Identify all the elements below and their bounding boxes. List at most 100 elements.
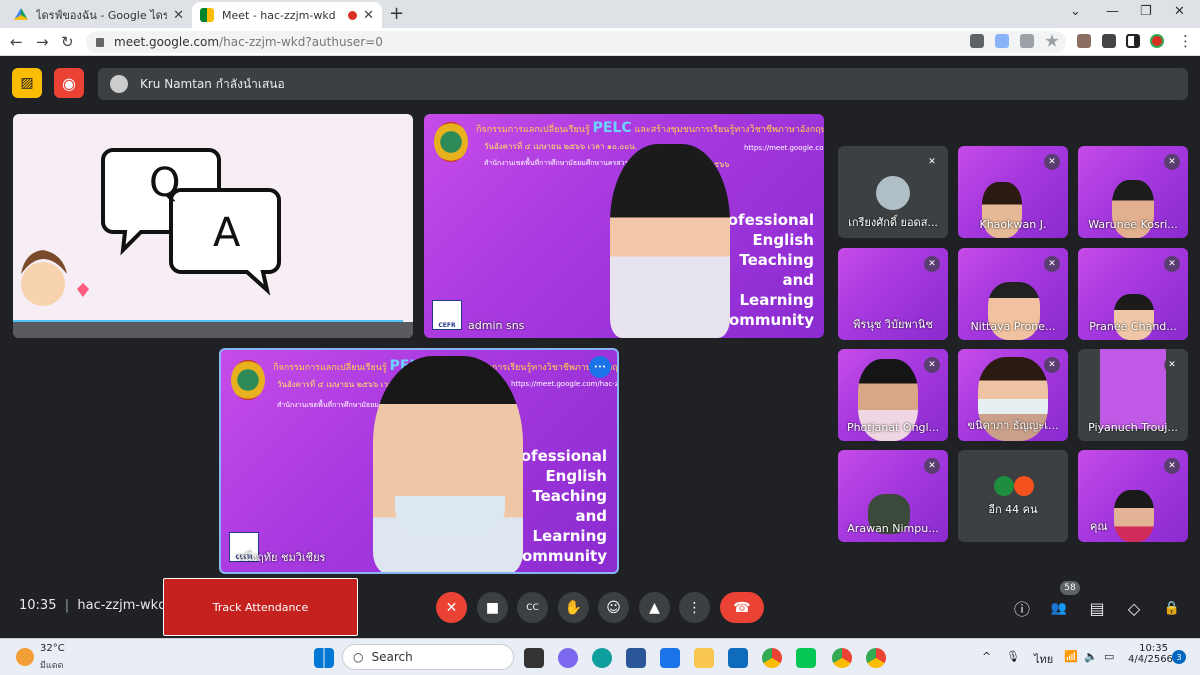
participant-tile-more[interactable]: อีก 44 คน — [958, 450, 1068, 542]
more-options-button[interactable]: ⋮ — [679, 592, 710, 623]
chat-button[interactable]: ▤ — [1085, 596, 1109, 620]
side-panel-icon[interactable] — [1126, 34, 1140, 48]
search-label: Search — [371, 650, 413, 664]
browser-menu-button[interactable]: ⋮ — [1178, 32, 1193, 50]
tab-google-drive[interactable]: ไดรฟ์ของฉัน - Google ไดรฟ์ ✕ — [6, 2, 192, 28]
emoji-reactions-button[interactable]: ☺ — [598, 592, 629, 623]
close-window-button[interactable]: ✕ — [1174, 4, 1185, 19]
app-l-icon[interactable] — [660, 648, 680, 668]
extension-avatar-icon[interactable] — [1077, 34, 1091, 48]
share-icon[interactable] — [1020, 34, 1034, 48]
teams-chat-icon[interactable] — [558, 648, 578, 668]
back-button[interactable]: ← — [10, 33, 23, 51]
host-controls-button[interactable]: 🔒 — [1160, 596, 1184, 620]
forward-button[interactable]: → — [36, 33, 49, 51]
speaker-video — [373, 356, 523, 572]
translate-icon[interactable] — [995, 34, 1009, 48]
reload-button[interactable]: ↻ — [61, 33, 74, 51]
presenter-text: Kru Namtan กำลังนำเสนอ — [140, 76, 285, 91]
close-tab-icon[interactable]: ✕ — [363, 8, 374, 23]
raise-hand-button[interactable]: ✋ — [558, 592, 589, 623]
mic-off-icon: ✕ — [1164, 154, 1180, 170]
participant-name: เกรียงศักดิ์ ยอดส... — [848, 216, 938, 229]
participant-name: Pranee Chand... — [1089, 320, 1177, 333]
new-tab-button[interactable]: + — [389, 3, 404, 24]
extensions-puzzle-icon[interactable] — [1102, 34, 1116, 48]
meeting-details-button[interactable]: ⓘ — [1010, 596, 1034, 620]
notification-badge[interactable]: 3 — [1172, 650, 1186, 664]
people-button[interactable]: 👥 — [1047, 596, 1071, 620]
clock[interactable]: 10:35 4/4/2566 — [1128, 643, 1173, 665]
participant-tile-main-2[interactable]: กิจกรรมการแลกเปลี่ยนเรียนรู้ PELC และสร้… — [219, 348, 619, 574]
chrome-profile-icon[interactable] — [866, 648, 886, 668]
wifi-icon[interactable]: 📶 — [1064, 650, 1078, 663]
present-screen-button[interactable]: ▲ — [639, 592, 670, 623]
participant-video — [1114, 294, 1154, 340]
presentation-tile[interactable]: Q A — [13, 114, 413, 338]
participant-name: พีรนุช วิบัยพานิช — [853, 318, 933, 331]
chrome-profile-icon[interactable] — [832, 648, 852, 668]
profile-avatar[interactable] — [1150, 34, 1164, 48]
emblem-logo — [231, 360, 265, 400]
close-tab-icon[interactable]: ✕ — [173, 8, 184, 23]
slide-office: สำนักงานเขตพื้นที่การศึกษามัธยมศึกษานครส… — [484, 159, 637, 167]
participant-tile[interactable]: ✕ Warunee Kosri... — [1078, 146, 1188, 238]
file-explorer-icon[interactable] — [694, 648, 714, 668]
meeting-time-code: 10:35 | hac-zzjm-wkd — [19, 598, 167, 613]
participant-tile[interactable]: ✕ Photjanat Ongl... — [838, 349, 948, 441]
weather-desc: มีแดด — [40, 661, 64, 671]
track-attendance-button[interactable]: Track Attendance — [163, 578, 358, 636]
speaker-video — [610, 144, 730, 338]
mail-icon[interactable] — [728, 648, 748, 668]
leave-call-button[interactable]: ☎ — [720, 592, 764, 623]
participant-tile-self[interactable]: ✕ คุณ — [1078, 450, 1188, 542]
edge-icon[interactable] — [592, 648, 612, 668]
battery-icon[interactable]: ▭ — [1104, 650, 1114, 663]
record-button[interactable]: ◉ — [54, 68, 84, 98]
mic-toggle-button[interactable]: ✕ — [436, 592, 467, 623]
windows-start-icon[interactable] — [314, 648, 334, 668]
participant-tile[interactable]: ✕ ขนิดาภา ธัญญะเ... — [958, 349, 1068, 441]
url-path: /hac-zzjm-wkd?authuser=0 — [219, 35, 383, 49]
input-language[interactable]: ไทย — [1034, 650, 1053, 668]
address-bar-row: ← → ↻ meet.google.com/hac-zzjm-wkd?authu… — [0, 28, 1200, 56]
word-icon[interactable] — [626, 648, 646, 668]
slide-title: กิจกรรมการแลกเปลี่ยนเรียนรู้ PELC และสร้… — [476, 120, 824, 136]
taskbar-search[interactable]: ○ Search — [342, 644, 514, 670]
task-view-icon[interactable] — [524, 648, 544, 668]
qa-letter-a: A — [213, 210, 241, 256]
face-mask — [395, 496, 505, 538]
minimize-button[interactable]: — — [1106, 4, 1119, 19]
mic-off-icon: ✕ — [1044, 256, 1060, 272]
camera-toggle-button[interactable]: ■ — [477, 592, 508, 623]
camera-icon[interactable] — [970, 34, 984, 48]
tray-chevron-icon[interactable]: ^ — [982, 650, 991, 663]
participant-tile[interactable]: ✕ Khaokwan J. — [958, 146, 1068, 238]
captions-button[interactable]: CC — [517, 592, 548, 623]
participant-tile-main-1[interactable]: กิจกรรมการแลกเปลี่ยนเรียนรู้ PELC และสร้… — [424, 114, 824, 338]
people-count-badge: 58 — [1060, 581, 1080, 595]
tab-title: Meet - hac-zzjm-wkd — [222, 8, 336, 22]
participant-tile[interactable]: ✕ เกรียงศักดิ์ ยอดส... — [838, 146, 948, 238]
line-icon[interactable] — [796, 648, 816, 668]
chrome-icon[interactable] — [762, 648, 782, 668]
sun-weather-icon — [16, 648, 34, 666]
cefr-logo: CEFR — [432, 300, 462, 330]
cast-off-button[interactable]: ▨ — [12, 68, 42, 98]
participant-tile[interactable]: ✕ Piyanuch Trouj... — [1078, 349, 1188, 441]
more-options-button[interactable]: ••• — [589, 356, 611, 378]
url-field[interactable]: meet.google.com/hac-zzjm-wkd?authuser=0 — [86, 31, 1066, 53]
participant-tile[interactable]: ✕ Pranee Chand... — [1078, 248, 1188, 340]
volume-icon[interactable]: 🔈 — [1084, 650, 1098, 663]
microphone-icon[interactable]: 🎙 — [1006, 650, 1020, 663]
tab-search-icon[interactable]: ⌄ — [1070, 4, 1081, 19]
participant-tile[interactable]: ✕ Arawan Nimpu... — [838, 450, 948, 542]
tab-google-meet[interactable]: Meet - hac-zzjm-wkd ✕ — [192, 2, 382, 28]
participant-tile[interactable]: ✕ พีรนุช วิบัยพานิช — [838, 248, 948, 340]
activities-button[interactable]: ◇ — [1122, 596, 1146, 620]
participant-tile[interactable]: ✕ Nittaya Prone... — [958, 248, 1068, 340]
participant-name: Piyanuch Trouj... — [1088, 421, 1178, 434]
slide-url: https://meet.google.com/hac-zzjm-wkd — [744, 144, 824, 152]
participant-name: คุณ — [1090, 520, 1108, 533]
restore-button[interactable]: ❐ — [1140, 4, 1152, 19]
